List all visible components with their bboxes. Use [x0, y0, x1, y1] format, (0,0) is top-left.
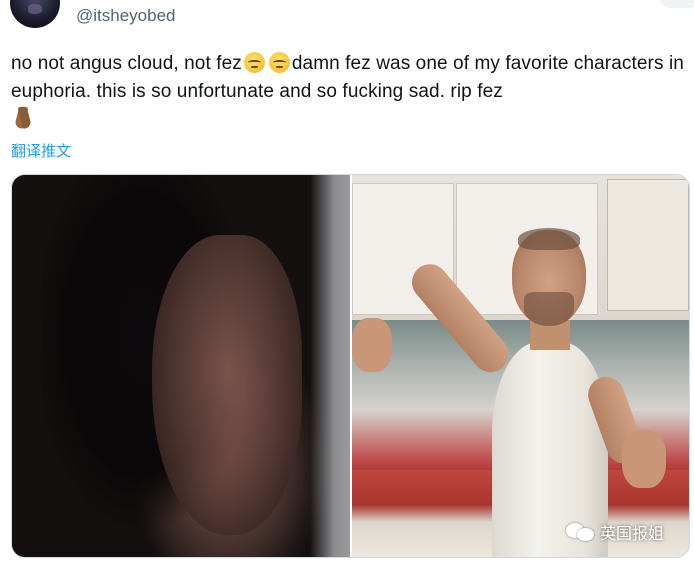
photo-head	[512, 228, 586, 326]
top-pill-button[interactable]	[660, 0, 694, 8]
pensive-face-icon	[268, 52, 290, 73]
media-grid	[11, 174, 690, 558]
photo-face	[152, 235, 302, 535]
watermark: 英国报姐	[566, 520, 664, 544]
photo-hand-left	[352, 318, 392, 372]
media-image-right[interactable]	[352, 175, 689, 557]
translate-tweet-link[interactable]: 翻译推文	[11, 140, 71, 161]
tweet-text-part1: no not angus cloud, not fez	[11, 53, 242, 74]
pensive-face-icon	[243, 52, 265, 73]
photo-wall	[310, 175, 350, 557]
photo-hand-right	[622, 430, 666, 488]
tweet-text: no not angus cloud, not fez damn fez was …	[11, 50, 686, 135]
wechat-icon	[566, 521, 596, 543]
photo-person	[352, 228, 666, 557]
tweet: @itsheyobed no not angus cloud, not fez d…	[0, 0, 694, 562]
watermark-text: 英国报姐	[600, 524, 665, 543]
media-image-left[interactable]	[12, 175, 350, 557]
user-handle[interactable]: @itsheyobed	[76, 6, 176, 26]
avatar[interactable]	[10, 0, 60, 28]
folded-hands-icon	[11, 106, 35, 132]
